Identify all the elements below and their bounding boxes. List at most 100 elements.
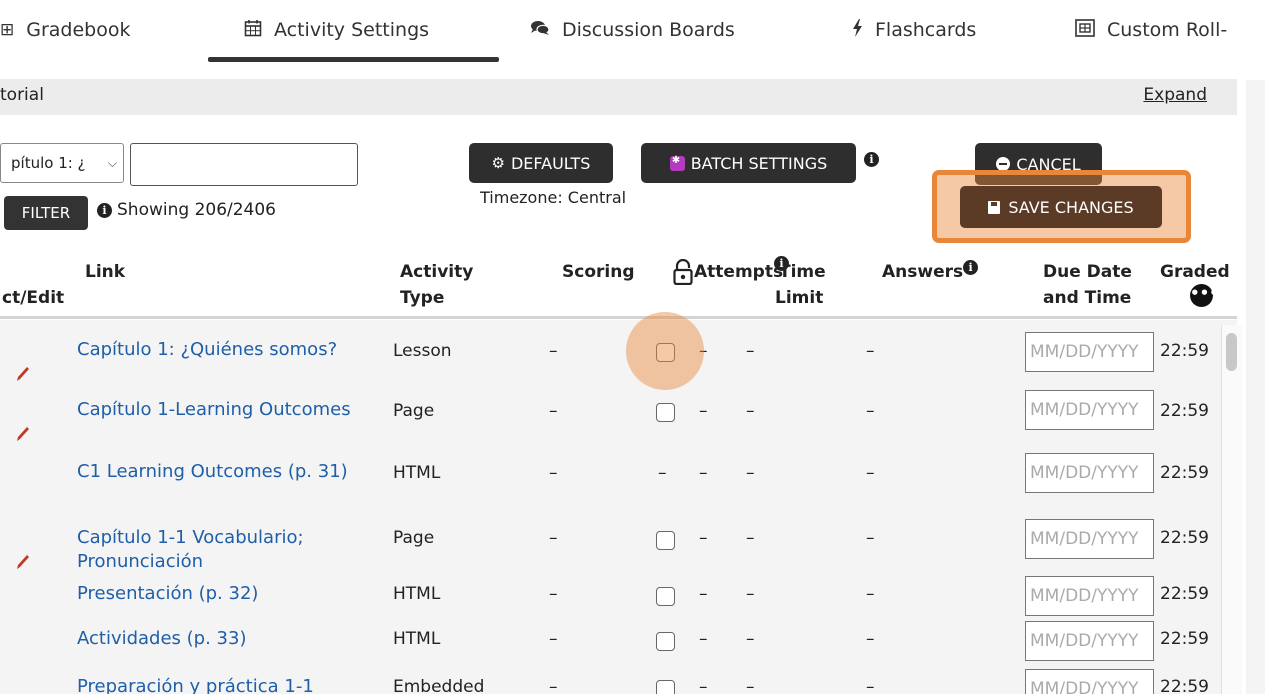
due-date-input[interactable]: MM/DD/YYYY — [1025, 576, 1154, 616]
tab-custom-rollup[interactable]: Custom Roll- — [1075, 15, 1227, 45]
timezone-text: Timezone: Central — [480, 188, 627, 207]
activity-type: HTML — [393, 584, 441, 604]
expand-link[interactable]: Expand — [1143, 85, 1207, 105]
lock-icon[interactable] — [673, 259, 693, 285]
batch-label: BATCH SETTINGS — [690, 153, 828, 173]
due-time: 22:59 — [1160, 463, 1209, 483]
header-time: i Time — [774, 256, 826, 285]
answers-value: – — [866, 584, 875, 604]
batch-settings-button[interactable]: BATCH SETTINGS — [641, 143, 856, 183]
custom-rollup-icon — [1075, 18, 1095, 42]
lock-checkbox[interactable] — [656, 403, 675, 422]
activity-table-body: Capítulo 1: ¿Quiénes somos? Lesson – – –… — [0, 320, 1237, 694]
answers-value: – — [866, 629, 875, 649]
activity-link[interactable]: C1 Learning Outcomes (p. 31) — [77, 460, 357, 484]
activity-link[interactable]: Capítulo 1-Learning Outcomes — [77, 398, 357, 422]
tab-label: Flashcards — [875, 19, 977, 41]
table-scrollbar[interactable] — [1221, 325, 1242, 694]
activity-link[interactable]: Preparación y práctica 1-1 — [77, 675, 357, 694]
pencil-icon[interactable] — [16, 426, 30, 442]
checkbox-highlight-overlay — [626, 312, 704, 390]
due-date-input[interactable]: MM/DD/YYYY — [1025, 332, 1154, 372]
answers-value: – — [866, 463, 875, 483]
due-time: 22:59 — [1160, 528, 1209, 548]
tab-activity-settings[interactable]: Activity Settings — [244, 15, 429, 45]
due-time: 22:59 — [1160, 584, 1209, 604]
more-options-icon[interactable]: ••• — [1190, 284, 1219, 307]
lock-checkbox[interactable] — [656, 632, 675, 651]
scoring-value: – — [549, 401, 558, 421]
header-answers-label: Answers — [882, 262, 964, 282]
header-answers: Answers i — [882, 259, 979, 285]
due-date-input[interactable]: MM/DD/YYYY — [1025, 453, 1154, 493]
attempts-value: – — [699, 629, 708, 649]
table-row: Preparación y práctica 1-1 Embedded – – … — [0, 666, 1237, 694]
defaults-button[interactable]: ⚙ DEFAULTS — [469, 143, 613, 183]
floppy-disk-icon — [988, 200, 1001, 214]
table-row: Capítulo 1-Learning Outcomes Page – – – … — [0, 390, 1237, 450]
table-row: Capítulo 1-1 Vocabulario; Pronunciación … — [0, 510, 1237, 572]
answers-value: – — [866, 341, 875, 361]
scoring-value: – — [549, 341, 558, 361]
info-icon[interactable]: i — [963, 260, 979, 275]
filter-button[interactable]: FILTER — [4, 196, 88, 230]
activity-type: Page — [393, 401, 435, 421]
header-and-time: and Time — [1043, 288, 1132, 308]
activity-type: HTML — [393, 629, 441, 649]
save-label: SAVE CHANGES — [1008, 197, 1134, 217]
header-link: Link — [85, 262, 126, 282]
table-scrollbar-thumb[interactable] — [1226, 333, 1237, 371]
page-scrollbar[interactable] — [1246, 80, 1265, 694]
pencil-icon[interactable] — [16, 554, 30, 570]
scoring-value: – — [549, 677, 558, 694]
due-date-input[interactable]: MM/DD/YYYY — [1025, 669, 1154, 694]
time-limit-value: – — [746, 629, 755, 649]
chapter-select-value: pítulo 1: ¿ — [11, 154, 86, 172]
tab-flashcards[interactable]: Flashcards — [852, 15, 976, 45]
pencil-icon[interactable] — [16, 366, 30, 382]
tutorial-label: torial — [0, 85, 44, 105]
header-due-date[interactable]: Due Date — [1043, 259, 1132, 285]
activity-link[interactable]: Presentación (p. 32) — [77, 582, 357, 606]
header-scoring[interactable]: Scoring — [562, 259, 634, 285]
chevron-down-icon: ⌵ — [107, 156, 117, 170]
activity-type: Embedded — [393, 677, 485, 694]
info-icon[interactable]: i — [774, 256, 789, 271]
activity-type: Lesson — [393, 341, 452, 361]
scoring-value: – — [549, 528, 558, 548]
attempts-value: – — [699, 584, 708, 604]
bolt-icon — [852, 18, 863, 42]
tab-label: Custom Roll- — [1107, 19, 1228, 41]
due-date-input[interactable]: MM/DD/YYYY — [1025, 621, 1154, 661]
tab-gradebook[interactable]: ⊞ Gradebook — [0, 15, 131, 45]
defaults-label: DEFAULTS — [510, 153, 591, 173]
activity-link[interactable]: Actividades (p. 33) — [77, 627, 357, 651]
tab-discussion-boards[interactable]: Discussion Boards — [530, 15, 735, 45]
tab-label: Discussion Boards — [562, 19, 735, 41]
lock-checkbox[interactable] — [656, 680, 675, 694]
header-divider — [0, 316, 1237, 319]
chapter-select[interactable]: pítulo 1: ¿ ⌵ — [0, 143, 124, 183]
due-date-input[interactable]: MM/DD/YYYY — [1025, 390, 1154, 430]
batch-icon — [669, 155, 685, 171]
lock-checkbox[interactable] — [656, 531, 675, 550]
search-input[interactable] — [130, 143, 358, 186]
save-changes-button[interactable]: SAVE CHANGES — [960, 186, 1162, 228]
activity-link[interactable]: Capítulo 1-1 Vocabulario; Pronunciación — [77, 526, 357, 574]
lock-checkbox[interactable] — [656, 587, 675, 606]
scoring-value: – — [549, 584, 558, 604]
header-attempts-label: Attempts — [694, 262, 784, 282]
table-icon: ⊞ — [0, 20, 15, 40]
header-attempts: Attempts — [694, 259, 783, 285]
answers-value: – — [866, 528, 875, 548]
lock-value: – — [658, 463, 667, 483]
info-icon[interactable]: i — [864, 152, 879, 167]
tab-label: Activity Settings — [274, 19, 430, 41]
activity-link[interactable]: Capítulo 1: ¿Quiénes somos? — [77, 338, 357, 362]
showing-text: Showing 206/2406 — [117, 200, 277, 220]
table-row: C1 Learning Outcomes (p. 31) HTML – – – … — [0, 450, 1237, 510]
due-date-input[interactable]: MM/DD/YYYY — [1025, 519, 1154, 559]
tab-label: Gradebook — [26, 19, 131, 41]
answers-value: – — [866, 401, 875, 421]
time-limit-value: – — [746, 401, 755, 421]
